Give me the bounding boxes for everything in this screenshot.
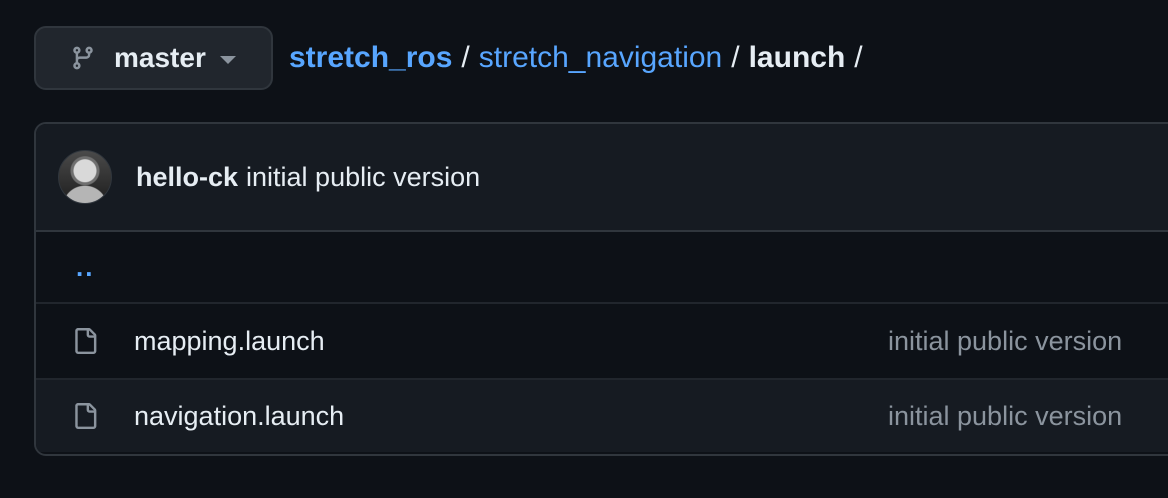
branch-name: master bbox=[114, 42, 206, 73]
file-name-link[interactable]: mapping.launch bbox=[134, 326, 325, 357]
breadcrumb-separator: / bbox=[731, 41, 740, 74]
latest-commit-bar: hello-ck initial public version bbox=[36, 124, 1168, 232]
breadcrumb: stretch_ros / stretch_navigation / launc… bbox=[289, 41, 872, 75]
parent-directory-row[interactable]: .. bbox=[36, 232, 1168, 304]
commit-message-link[interactable]: initial public version bbox=[246, 162, 480, 193]
branch-selector-button[interactable]: master bbox=[34, 26, 273, 90]
file-icon bbox=[72, 401, 98, 431]
file-commit-message-link[interactable]: initial public version bbox=[888, 326, 1122, 357]
breadcrumb-repo-link[interactable]: stretch_ros bbox=[289, 41, 452, 75]
file-name-link[interactable]: navigation.launch bbox=[134, 401, 344, 432]
chevron-down-icon bbox=[219, 56, 236, 64]
parent-directory-link[interactable]: .. bbox=[76, 252, 94, 283]
breadcrumb-separator: / bbox=[461, 41, 470, 74]
file-row[interactable]: mapping.launch initial public version bbox=[36, 304, 1168, 378]
file-browser: hello-ck initial public version .. mappi… bbox=[34, 122, 1168, 456]
avatar[interactable] bbox=[58, 150, 112, 204]
breadcrumb-folder-link[interactable]: stretch_navigation bbox=[479, 41, 723, 75]
commit-author-link[interactable]: hello-ck bbox=[136, 162, 238, 193]
file-commit-message-link[interactable]: initial public version bbox=[888, 401, 1122, 432]
file-row[interactable]: navigation.launch initial public version bbox=[36, 378, 1168, 452]
file-icon bbox=[72, 326, 98, 356]
repo-header: master stretch_ros / stretch_navigation … bbox=[34, 26, 872, 90]
breadcrumb-separator: / bbox=[854, 41, 863, 74]
git-branch-icon bbox=[70, 43, 96, 73]
breadcrumb-current: launch bbox=[748, 41, 846, 74]
